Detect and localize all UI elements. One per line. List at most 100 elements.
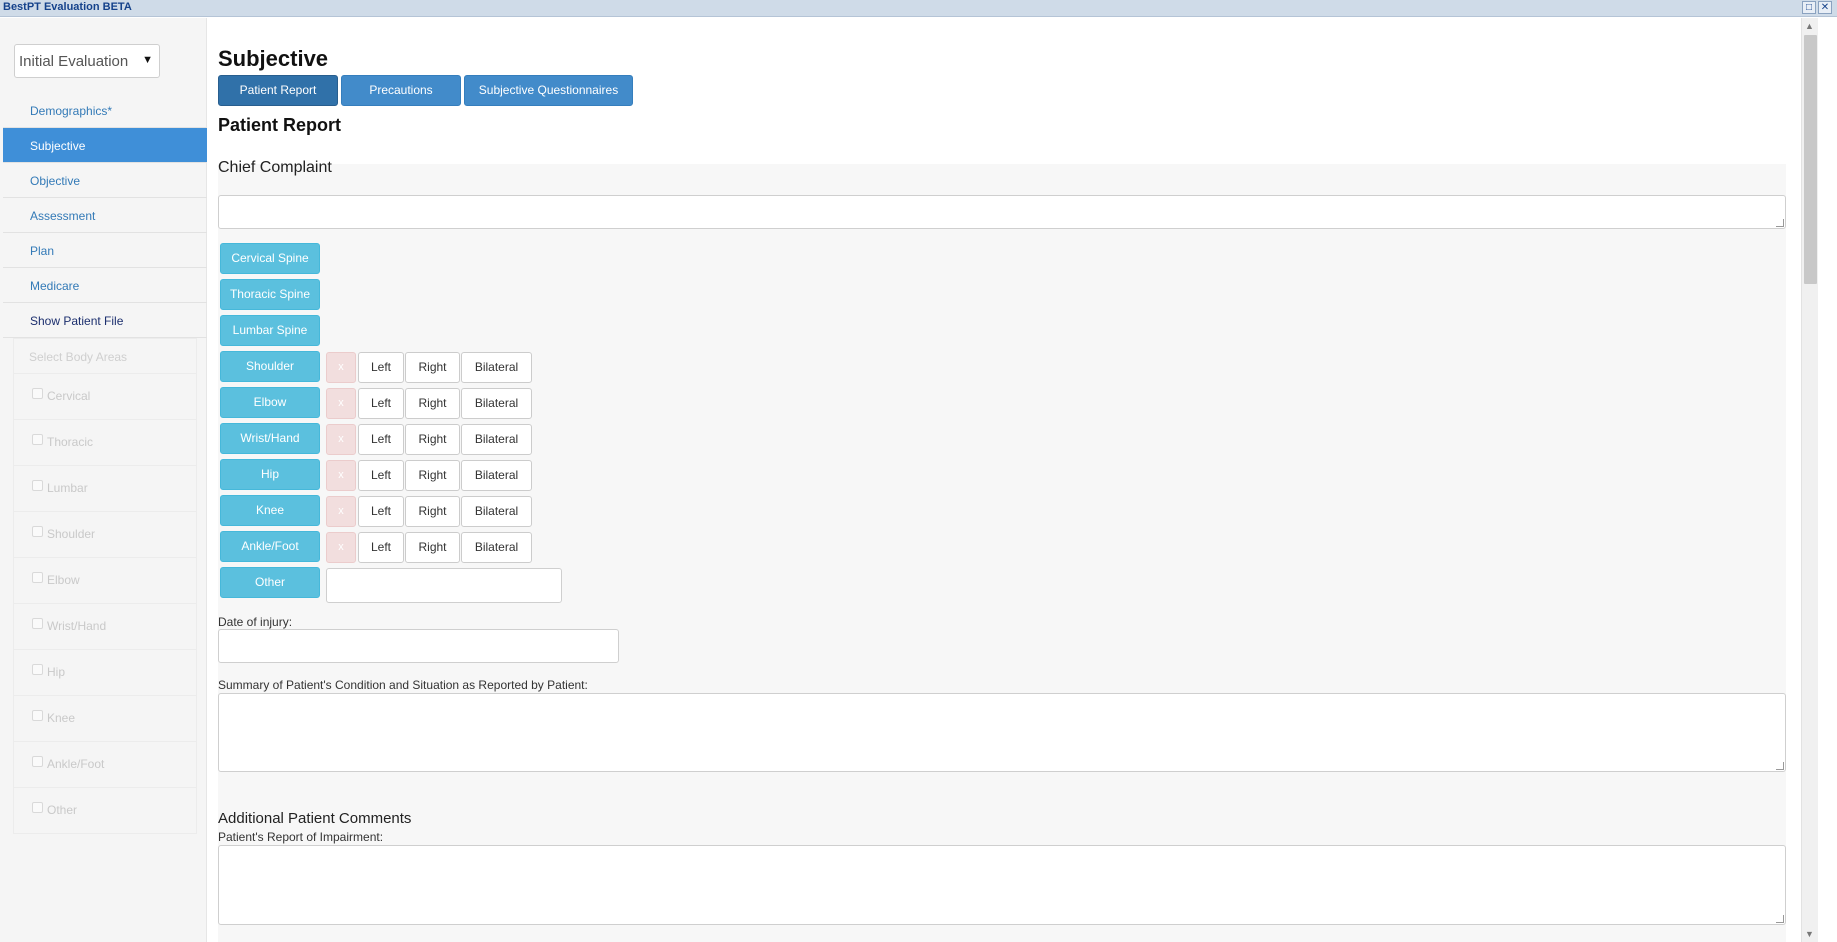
nav-label: Plan: [30, 244, 55, 258]
checkbox[interactable]: [32, 388, 43, 399]
elbow-bilateral-button[interactable]: Bilateral: [461, 388, 532, 419]
resize-grip-icon[interactable]: [1776, 915, 1784, 923]
elbow-button[interactable]: Elbow: [220, 387, 320, 418]
ankle-foot-left-button[interactable]: Left: [358, 532, 404, 563]
nav-label: Objective: [30, 174, 81, 188]
date-of-injury-label: Date of injury:: [218, 615, 293, 629]
summary-label: Summary of Patient's Condition and Situa…: [218, 678, 588, 692]
vertical-scrollbar[interactable]: ▲ ▼: [1801, 18, 1818, 942]
ankle-foot-right-button[interactable]: Right: [405, 532, 460, 563]
elbow-clear-button[interactable]: x: [326, 388, 356, 419]
evaluation-type-value: Initial Evaluation: [19, 53, 129, 70]
chevron-down-icon: ▼: [142, 54, 153, 66]
checkbox[interactable]: [32, 572, 43, 583]
scroll-up-icon[interactable]: ▲: [1805, 21, 1814, 31]
wrist-hand-clear-button[interactable]: x: [326, 424, 356, 455]
nav-medicare[interactable]: Medicare: [3, 268, 207, 303]
shoulder-bilateral-button[interactable]: Bilateral: [461, 352, 532, 383]
chief-complaint-heading: Chief Complaint: [218, 159, 332, 176]
shoulder-left-button[interactable]: Left: [358, 352, 404, 383]
knee-right-button[interactable]: Right: [405, 496, 460, 527]
other-button[interactable]: Other: [220, 567, 320, 598]
other-body-area-input[interactable]: [326, 568, 562, 603]
knee-clear-button[interactable]: x: [326, 496, 356, 527]
body-area-label: Knee: [47, 711, 76, 725]
window-titlebar: BestPT Evaluation BETA □ ✕: [0, 0, 1837, 17]
lumbar-spine-button[interactable]: Lumbar Spine: [220, 315, 320, 346]
evaluation-type-select[interactable]: Initial Evaluation ▼: [14, 44, 160, 78]
knee-button[interactable]: Knee: [220, 495, 320, 526]
nav-label: Demographics*: [30, 104, 113, 118]
knee-left-button[interactable]: Left: [358, 496, 404, 527]
checkbox[interactable]: [32, 710, 43, 721]
body-area-ankle-foot[interactable]: Ankle/Foot: [13, 742, 197, 788]
cervical-spine-button[interactable]: Cervical Spine: [220, 243, 320, 274]
resize-grip-icon[interactable]: [1776, 219, 1784, 227]
checkbox[interactable]: [32, 618, 43, 629]
checkbox[interactable]: [32, 756, 43, 767]
thoracic-spine-button[interactable]: Thoracic Spine: [220, 279, 320, 310]
body-area-shoulder[interactable]: Shoulder: [13, 512, 197, 558]
close-icon[interactable]: ✕: [1818, 1, 1832, 14]
nav-demographics[interactable]: Demographics*: [3, 93, 207, 128]
checkbox[interactable]: [32, 480, 43, 491]
wrist-hand-button[interactable]: Wrist/Hand: [220, 423, 320, 454]
body-area-elbow[interactable]: Elbow: [13, 558, 197, 604]
body-area-lumbar[interactable]: Lumbar: [13, 466, 197, 512]
nav-subjective[interactable]: Subjective: [3, 128, 207, 163]
maximize-icon[interactable]: □: [1802, 1, 1816, 14]
page-title: Subjective: [218, 46, 329, 71]
body-area-label: Shoulder: [47, 527, 96, 541]
elbow-left-button[interactable]: Left: [358, 388, 404, 419]
checkbox[interactable]: [32, 802, 43, 813]
checkbox[interactable]: [32, 434, 43, 445]
ankle-foot-bilateral-button[interactable]: Bilateral: [461, 532, 532, 563]
nav-assessment[interactable]: Assessment: [3, 198, 207, 233]
body-area-label: Ankle/Foot: [47, 757, 105, 771]
elbow-right-button[interactable]: Right: [405, 388, 460, 419]
body-area-other[interactable]: Other: [13, 788, 197, 834]
shoulder-right-button[interactable]: Right: [405, 352, 460, 383]
knee-bilateral-button[interactable]: Bilateral: [461, 496, 532, 527]
resize-grip-icon[interactable]: [1776, 762, 1784, 770]
body-area-cervical[interactable]: Cervical: [13, 374, 197, 420]
body-area-label: Hip: [47, 665, 66, 679]
impairment-textarea[interactable]: [218, 845, 1786, 925]
body-area-label: Other: [47, 803, 78, 817]
body-area-hip[interactable]: Hip: [13, 650, 197, 696]
ankle-foot-button[interactable]: Ankle/Foot: [220, 531, 320, 562]
shoulder-clear-button[interactable]: x: [326, 352, 356, 383]
ankle-foot-clear-button[interactable]: x: [326, 532, 356, 563]
checkbox[interactable]: [32, 664, 43, 675]
tab-patient-report[interactable]: Patient Report: [218, 75, 338, 106]
wrist-hand-left-button[interactable]: Left: [358, 424, 404, 455]
body-area-thoracic[interactable]: Thoracic: [13, 420, 197, 466]
scroll-down-icon[interactable]: ▼: [1805, 929, 1814, 939]
wrist-hand-right-button[interactable]: Right: [405, 424, 460, 455]
impairment-label: Patient's Report of Impairment:: [218, 830, 384, 844]
nav-label: Subjective: [30, 139, 86, 153]
nav-show-patient-file[interactable]: Show Patient File: [3, 303, 207, 338]
body-area-wrist-hand[interactable]: Wrist/Hand: [13, 604, 197, 650]
summary-textarea[interactable]: [218, 693, 1786, 772]
scrollbar-thumb[interactable]: [1804, 35, 1817, 284]
hip-right-button[interactable]: Right: [405, 460, 460, 491]
hip-bilateral-button[interactable]: Bilateral: [461, 460, 532, 491]
body-area-label: Lumbar: [47, 481, 88, 495]
hip-button[interactable]: Hip: [220, 459, 320, 490]
chief-complaint-input[interactable]: [218, 195, 1786, 229]
body-area-label: Elbow: [47, 573, 80, 587]
shoulder-button[interactable]: Shoulder: [220, 351, 320, 382]
sidebar: Initial Evaluation ▼ Demographics* Subje…: [0, 18, 207, 942]
hip-clear-button[interactable]: x: [326, 460, 356, 491]
date-of-injury-input[interactable]: [218, 629, 619, 663]
wrist-hand-bilateral-button[interactable]: Bilateral: [461, 424, 532, 455]
body-area-knee[interactable]: Knee: [13, 696, 197, 742]
nav-objective[interactable]: Objective: [3, 163, 207, 198]
tab-subjective-questionnaires[interactable]: Subjective Questionnaires: [464, 75, 633, 106]
hip-left-button[interactable]: Left: [358, 460, 404, 491]
checkbox[interactable]: [32, 526, 43, 537]
select-body-areas-header: Select Body Areas: [13, 338, 197, 374]
tab-precautions[interactable]: Precautions: [341, 75, 461, 106]
nav-plan[interactable]: Plan: [3, 233, 207, 268]
